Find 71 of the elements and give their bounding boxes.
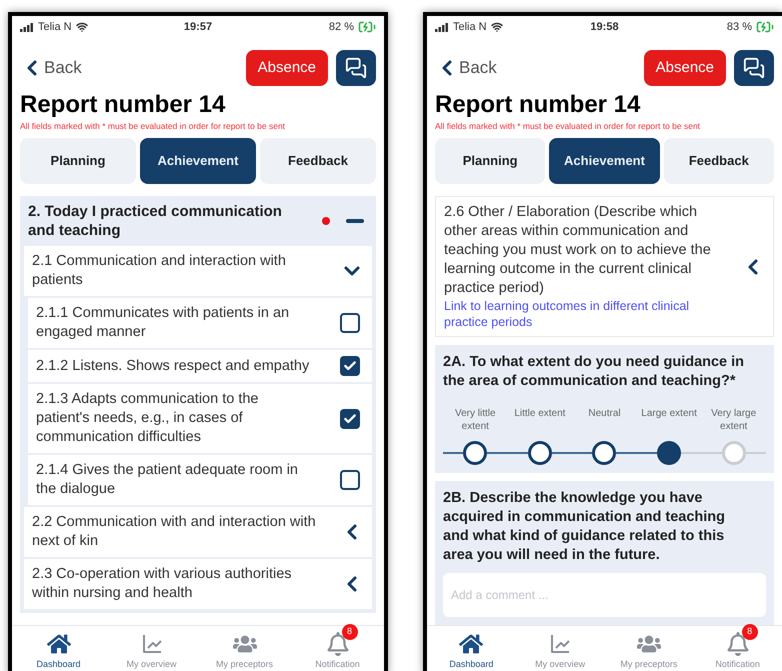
- signal-icon: [20, 22, 34, 32]
- window-title: Report number 14: [435, 90, 642, 120]
- status-time: 19:57: [184, 20, 212, 35]
- section-title: 2. Today I practiced communication and teaching: [28, 202, 283, 240]
- chat-icon: [345, 57, 367, 79]
- battery-percent: 83 %: [726, 20, 752, 35]
- criterion-label: 2.1.1 Communicates with patients in an engaged manner: [36, 304, 290, 342]
- subsection-row[interactable]: 2.1 Communication and interaction with patients: [24, 246, 372, 296]
- absence-button[interactable]: Absence: [246, 50, 328, 86]
- checkbox[interactable]: [340, 313, 360, 333]
- nav-tab[interactable]: Dashboard: [12, 626, 105, 671]
- criterion-label: 2.1.3 Adapts communication to the patient's needs, e.g., in cases of communication difficulties: [36, 390, 260, 447]
- tab[interactable]: Feedback: [664, 138, 774, 184]
- window-title: Report number 14: [20, 90, 226, 120]
- tab[interactable]: Planning: [20, 138, 136, 184]
- status-time: 19:58: [590, 20, 619, 35]
- signal-icon: [435, 22, 449, 32]
- elaboration-text: 2.6 Other / Elaboration (Describe which other areas within communication and teaching you must work on to achieve the learning outcome in the current clinical practice period): [444, 203, 712, 298]
- required-notice: All fields marked with * must be evaluated in order for report to be sent: [435, 120, 702, 132]
- back-button[interactable]: Back: [20, 55, 82, 81]
- carrier-name: Telia N: [453, 20, 487, 35]
- scale-label: Large extent: [641, 407, 697, 420]
- scale-option[interactable]: [657, 441, 682, 465]
- tab[interactable]: Feedback: [260, 138, 376, 184]
- subsection-row[interactable]: 2.2 Communication with and interaction with next of kin: [24, 507, 372, 557]
- question-text: 2B. Describe the knowledge you have acquired in communication and teaching and what kind of guidance related to this area you will need in the future.: [443, 489, 726, 565]
- scale-label: Neutral: [588, 407, 621, 420]
- scale-label: Very little extent: [454, 407, 497, 433]
- check-icon: [343, 412, 357, 426]
- subsection-row[interactable]: 2.3 Co-operation with various authorities within nursing and health: [24, 559, 372, 609]
- tab[interactable]: Achievement: [549, 138, 660, 184]
- line-chart-icon: [548, 632, 572, 656]
- required-notice: All fields marked with * must be evaluated in order for report to be sent: [20, 120, 286, 132]
- criterion-label: 2.1.2 Listens. Shows respect and empathy: [36, 356, 310, 376]
- chat-button[interactable]: [336, 50, 376, 86]
- home-icon: [459, 632, 484, 656]
- back-button[interactable]: Back: [435, 55, 497, 81]
- learning-outcomes-link[interactable]: Link to learning outcomes in different clinical practice periods: [444, 298, 741, 330]
- chat-button[interactable]: [734, 50, 774, 86]
- subsection-title: 2.1 Communication and interaction with patients: [32, 252, 287, 290]
- tab[interactable]: Achievement: [140, 138, 256, 184]
- nav-tab[interactable]: 8 Notification: [693, 626, 782, 671]
- subsection-title: 2.3 Co-operation with various authorities within nursing and health: [32, 565, 293, 603]
- wifi-icon: [490, 21, 503, 33]
- absence-button[interactable]: Absence: [644, 50, 726, 86]
- scale-label: Very large extent: [710, 407, 758, 433]
- checkbox[interactable]: [340, 470, 360, 490]
- tab[interactable]: Planning: [435, 138, 546, 184]
- collapse-icon: [346, 219, 364, 223]
- nav-tab[interactable]: Dashboard: [427, 626, 516, 671]
- checkbox[interactable]: [340, 408, 360, 428]
- scale-option[interactable]: [463, 441, 488, 465]
- carrier-name: Telia N: [38, 20, 72, 35]
- scale-option[interactable]: [592, 441, 616, 465]
- comment-field[interactable]: Add a comment ...: [443, 573, 766, 617]
- criterion-label: 2.1.4 Gives the patient adequate room in the dialogue: [36, 461, 299, 499]
- subsection-title: 2.2 Communication with and interaction with next of kin: [32, 513, 317, 551]
- scale-option[interactable]: [528, 441, 552, 465]
- elaboration-row[interactable]: [435, 196, 774, 337]
- section-header[interactable]: 2. Today I practiced communication and teaching: [20, 196, 376, 246]
- notification-badge: 8: [742, 624, 758, 640]
- home-icon: [46, 632, 70, 656]
- question-text: 2A. To what extent do you need guidance in the area of communication and teaching?*: [443, 353, 746, 391]
- scale-label: Little extent: [514, 407, 566, 420]
- wifi-icon: [76, 21, 88, 33]
- check-icon: [343, 359, 357, 373]
- checkbox[interactable]: [340, 356, 360, 376]
- battery-percent: 82 %: [328, 20, 354, 35]
- chat-icon: [743, 57, 765, 79]
- notification-badge: 8: [342, 624, 358, 640]
- nav-tab[interactable]: 8 Notification: [291, 626, 384, 671]
